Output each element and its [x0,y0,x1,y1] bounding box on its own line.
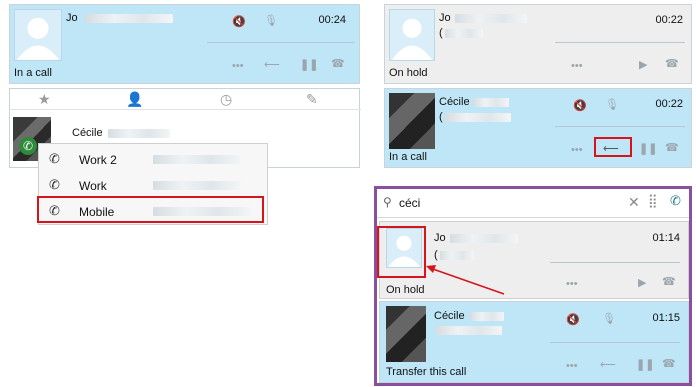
mute-speaker-icon[interactable]: 🔇 [566,314,580,326]
divider [10,109,361,110]
redacted-number [445,29,483,38]
microphone-icon[interactable]: 🎙 [605,99,619,111]
active-call-card-2[interactable]: Cécile ( 🔇 🎙 00:22 In a call ••• ⟵ ❚❚ ☎ [384,88,692,168]
contact-avatar [14,9,62,61]
hangup-icon[interactable]: ☎ [662,358,676,370]
contact-name: Jo [439,12,451,24]
call-status: On hold [386,284,425,296]
divider [550,262,680,263]
highlight-held-avatar [377,226,426,278]
active-call-card[interactable]: Cécile 🔇 🎙 01:15 Transfer this call ••• … [379,301,689,383]
phone-icon[interactable]: ✆ [670,193,681,209]
microphone-icon[interactable]: 🎙 [602,313,616,325]
more-dots-icon[interactable]: ••• [566,360,578,372]
redacted-number [153,155,241,164]
microphone-icon[interactable]: 🎙 [264,15,278,27]
menu-item-work2[interactable]: ✆ Work 2 [39,146,267,172]
redacted-name [450,234,518,243]
contact-subtitle: ( [439,111,443,123]
dialpad-icon[interactable]: ⣿ [648,193,658,209]
contact-avatar [389,9,435,61]
play-icon[interactable]: ▶ [638,277,646,289]
clock-icon: ◷ [220,91,233,107]
highlight-mobile [37,196,264,223]
contact-name: Cécile [72,127,103,139]
phone-icon: ✆ [19,137,37,155]
more-dots-icon[interactable]: ••• [571,60,583,72]
redacted-name [470,312,504,321]
search-bar: ⚲ céci ✕ ⣿ ✆ [377,189,689,218]
more-dots-icon[interactable]: ••• [571,144,583,156]
divider [555,42,685,43]
tab-contacts[interactable]: 👤 [126,91,143,108]
redacted-name [473,98,509,107]
redacted-name [108,129,170,138]
redacted-name [455,14,527,23]
held-call-card[interactable]: Jo ( 00:22 On hold ••• ▶ ☎ [384,4,692,84]
search-icon: ⚲ [383,195,392,209]
play-icon[interactable]: ▶ [639,59,647,71]
contact-photo [389,93,435,149]
call-status: In a call [389,151,427,163]
hangup-icon[interactable]: ☎ [331,58,345,70]
contact-name: Cécile [439,96,470,108]
redacted-name [85,14,173,23]
call-timer: 00:22 [655,14,683,26]
highlight-transfer [594,137,632,157]
pause-icon[interactable]: ❚❚ [639,143,657,155]
call-timer: 00:22 [655,98,683,110]
contact-name: Cécile [434,310,465,322]
transfer-icon[interactable]: ⟵ [264,59,280,71]
mute-speaker-icon[interactable]: 🔇 [573,100,587,112]
hangup-icon[interactable]: ☎ [665,58,679,70]
redacted-number [436,326,502,335]
divider [550,342,680,343]
contact-name: Jo [66,12,78,24]
transfer-icon[interactable]: ⟵ [600,359,616,371]
contact-subtitle: ( [439,27,443,39]
call-timer: 00:24 [318,14,346,26]
tab-favorites[interactable]: ★ [38,91,51,108]
divider [555,126,685,127]
person-silhouette-icon [16,17,60,60]
redacted-number [445,113,511,122]
mute-speaker-icon[interactable]: 🔇 [232,16,246,28]
more-dots-icon[interactable]: ••• [566,278,578,290]
annotation-arrow [426,265,505,295]
active-call-card[interactable]: Jo 🔇 🎙 00:24 In a call ••• ⟵ ❚❚ ☎ [9,4,360,84]
clear-icon[interactable]: ✕ [628,194,640,211]
phone-icon: ✆ [49,151,60,166]
contact-name: Jo [434,232,446,244]
search-input[interactable]: céci [399,196,420,210]
star-icon: ★ [38,91,51,107]
call-timer: 01:15 [652,312,680,324]
hangup-icon[interactable]: ☎ [665,142,679,154]
wrench-icon: ✎ [306,91,318,107]
menu-item-work[interactable]: ✆ Work [39,172,267,198]
pause-icon[interactable]: ❚❚ [636,359,654,371]
tab-settings[interactable]: ✎ [306,91,318,108]
tab-history[interactable]: ◷ [220,91,232,108]
call-status: On hold [389,67,428,79]
contact-photo [386,306,426,362]
hangup-icon[interactable]: ☎ [662,276,676,288]
phone-icon: ✆ [49,177,60,192]
more-dots-icon[interactable]: ••• [232,60,244,72]
person-icon: 👤 [126,91,144,107]
divider [207,42,355,43]
pause-icon[interactable]: ❚❚ [300,59,318,71]
call-timer: 01:14 [652,232,680,244]
call-status: In a call [14,67,52,79]
redacted-number [153,181,241,190]
person-silhouette-icon [391,18,433,60]
call-status: Transfer this call [386,366,467,378]
